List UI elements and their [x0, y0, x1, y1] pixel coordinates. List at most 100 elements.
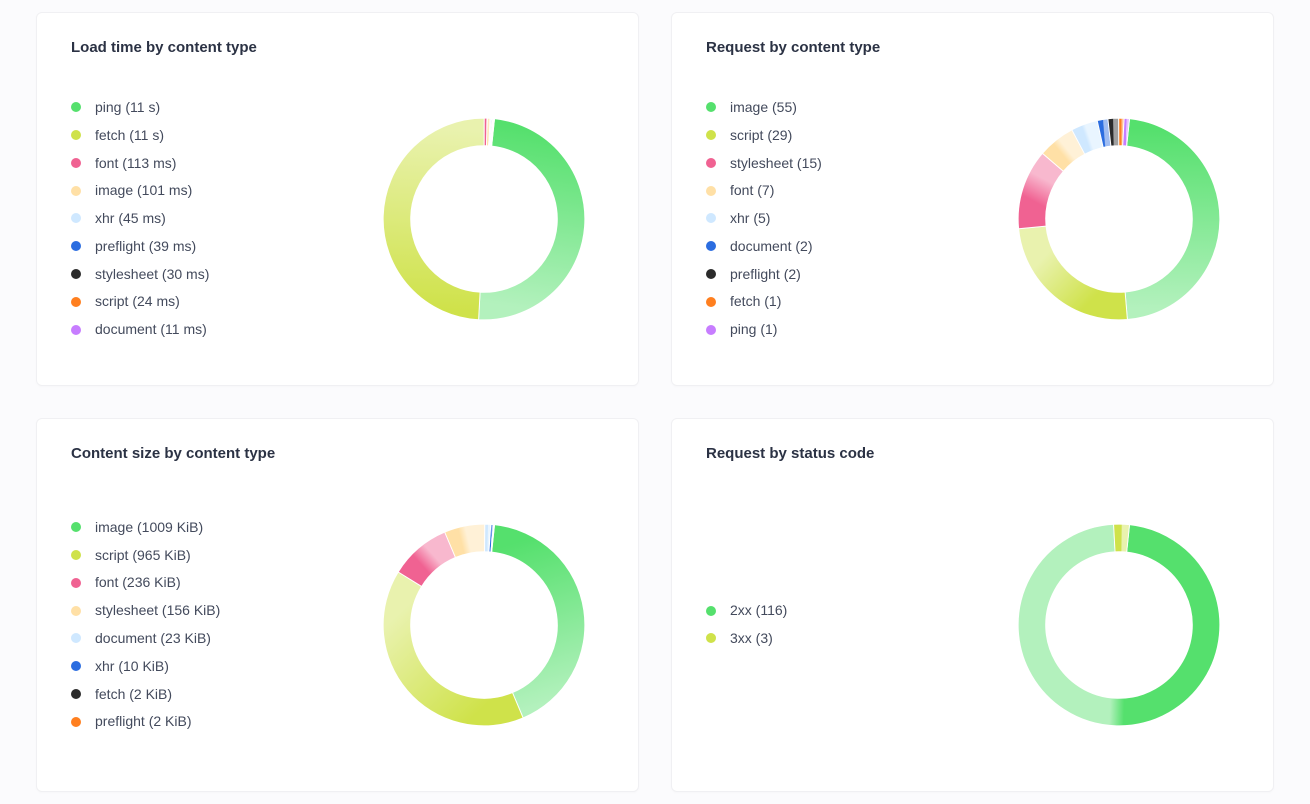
- chart-wrap: [999, 99, 1239, 339]
- legend-label: document (2): [730, 238, 812, 255]
- card-title: Load time by content type: [71, 39, 604, 56]
- legend-item[interactable]: script (24 ms): [71, 293, 344, 310]
- preflight-swatch: [71, 717, 81, 727]
- legend-label: script (29): [730, 127, 792, 144]
- legend: ping (11 s) fetch (11 s) font (113 ms) imag…: [71, 99, 344, 338]
- legend-item[interactable]: fetch (1): [706, 293, 979, 310]
- legend-label: script (24 ms): [95, 293, 180, 310]
- card-request-by-status: Request by status code 2xx (116) 3xx (3): [671, 418, 1274, 792]
- legend-label: document (11 ms): [95, 321, 207, 338]
- font-swatch: [71, 158, 81, 168]
- legend-item[interactable]: image (1009 KiB): [71, 519, 344, 536]
- legend-item[interactable]: xhr (45 ms): [71, 210, 344, 227]
- 3xx-swatch: [706, 633, 716, 643]
- legend-item[interactable]: document (2): [706, 238, 979, 255]
- legend-label: image (55): [730, 99, 797, 116]
- image-swatch: [706, 102, 716, 112]
- legend: 2xx (116) 3xx (3): [706, 602, 979, 647]
- legend-item[interactable]: ping (1): [706, 321, 979, 338]
- legend-item[interactable]: font (113 ms): [71, 155, 344, 172]
- legend-item[interactable]: preflight (2): [706, 266, 979, 283]
- donut-chart: [374, 515, 594, 735]
- chart-wrap: [364, 99, 604, 339]
- legend: image (1009 KiB) script (965 KiB) font (23…: [71, 519, 344, 730]
- legend-label: font (7): [730, 182, 774, 199]
- legend-label: image (101 ms): [95, 182, 192, 199]
- image-swatch: [71, 522, 81, 532]
- chart-wrap: [364, 505, 604, 745]
- legend-item[interactable]: stylesheet (15): [706, 155, 979, 172]
- ping-swatch: [706, 325, 716, 335]
- legend-item[interactable]: fetch (2 KiB): [71, 686, 344, 703]
- card-title: Request by content type: [706, 39, 1239, 56]
- font-swatch: [71, 578, 81, 588]
- stylesheet-swatch: [71, 606, 81, 616]
- stylesheet-swatch: [71, 269, 81, 279]
- legend-item[interactable]: document (23 KiB): [71, 630, 344, 647]
- legend-label: 3xx (3): [730, 630, 773, 647]
- legend-item[interactable]: image (101 ms): [71, 182, 344, 199]
- legend-item[interactable]: script (29): [706, 127, 979, 144]
- legend-item[interactable]: stylesheet (30 ms): [71, 266, 344, 283]
- 2xx-swatch: [706, 606, 716, 616]
- stylesheet-swatch: [706, 158, 716, 168]
- card-body: image (55) script (29) stylesheet (15) font…: [706, 74, 1239, 363]
- dashboard-grid: Load time by content type ping (11 s) fetc…: [0, 0, 1310, 804]
- preflight-swatch: [71, 241, 81, 251]
- card-title: Request by status code: [706, 445, 1239, 462]
- legend-item[interactable]: fetch (11 s): [71, 127, 344, 144]
- fetch-swatch: [71, 689, 81, 699]
- legend-item[interactable]: script (965 KiB): [71, 547, 344, 564]
- font-swatch: [706, 186, 716, 196]
- legend-item[interactable]: xhr (10 KiB): [71, 658, 344, 675]
- legend-label: fetch (2 KiB): [95, 686, 172, 703]
- donut-chart: [374, 109, 594, 329]
- legend-label: script (965 KiB): [95, 547, 191, 564]
- legend-item[interactable]: document (11 ms): [71, 321, 344, 338]
- script-swatch: [706, 130, 716, 140]
- legend-item[interactable]: image (55): [706, 99, 979, 116]
- legend-item[interactable]: font (236 KiB): [71, 574, 344, 591]
- xhr-swatch: [706, 213, 716, 223]
- legend-item[interactable]: 3xx (3): [706, 630, 979, 647]
- legend-item[interactable]: stylesheet (156 KiB): [71, 602, 344, 619]
- legend-item[interactable]: ping (11 s): [71, 99, 344, 116]
- legend-item[interactable]: xhr (5): [706, 210, 979, 227]
- document-swatch: [706, 241, 716, 251]
- legend-label: stylesheet (30 ms): [95, 266, 209, 283]
- legend-label: preflight (2): [730, 266, 801, 283]
- legend-label: preflight (2 KiB): [95, 713, 191, 730]
- legend-item[interactable]: font (7): [706, 182, 979, 199]
- image-swatch: [71, 186, 81, 196]
- card-title: Content size by content type: [71, 445, 604, 462]
- fetch-swatch: [706, 297, 716, 307]
- legend-label: ping (11 s): [95, 99, 160, 116]
- legend-label: font (113 ms): [95, 155, 176, 172]
- card-body: 2xx (116) 3xx (3): [706, 480, 1239, 769]
- legend-label: fetch (11 s): [95, 127, 164, 144]
- xhr-swatch: [71, 213, 81, 223]
- legend-label: 2xx (116): [730, 602, 787, 619]
- legend-label: stylesheet (156 KiB): [95, 602, 220, 619]
- card-request-by-type: Request by content type image (55) script …: [671, 12, 1274, 386]
- fetch-swatch: [71, 130, 81, 140]
- legend-label: image (1009 KiB): [95, 519, 203, 536]
- legend-item[interactable]: preflight (2 KiB): [71, 713, 344, 730]
- document-swatch: [71, 633, 81, 643]
- legend: image (55) script (29) stylesheet (15) font…: [706, 99, 979, 338]
- legend-label: xhr (10 KiB): [95, 658, 169, 675]
- legend-item[interactable]: preflight (39 ms): [71, 238, 344, 255]
- legend-label: preflight (39 ms): [95, 238, 196, 255]
- donut-chart: [1009, 109, 1229, 329]
- card-body: image (1009 KiB) script (965 KiB) font (23…: [71, 480, 604, 769]
- legend-label: ping (1): [730, 321, 777, 338]
- legend-item[interactable]: 2xx (116): [706, 602, 979, 619]
- legend-label: font (236 KiB): [95, 574, 181, 591]
- card-body: ping (11 s) fetch (11 s) font (113 ms) imag…: [71, 74, 604, 363]
- ping-swatch: [71, 102, 81, 112]
- legend-label: xhr (45 ms): [95, 210, 166, 227]
- xhr-swatch: [71, 661, 81, 671]
- donut-chart: [1009, 515, 1229, 735]
- script-swatch: [71, 550, 81, 560]
- legend-label: stylesheet (15): [730, 155, 822, 172]
